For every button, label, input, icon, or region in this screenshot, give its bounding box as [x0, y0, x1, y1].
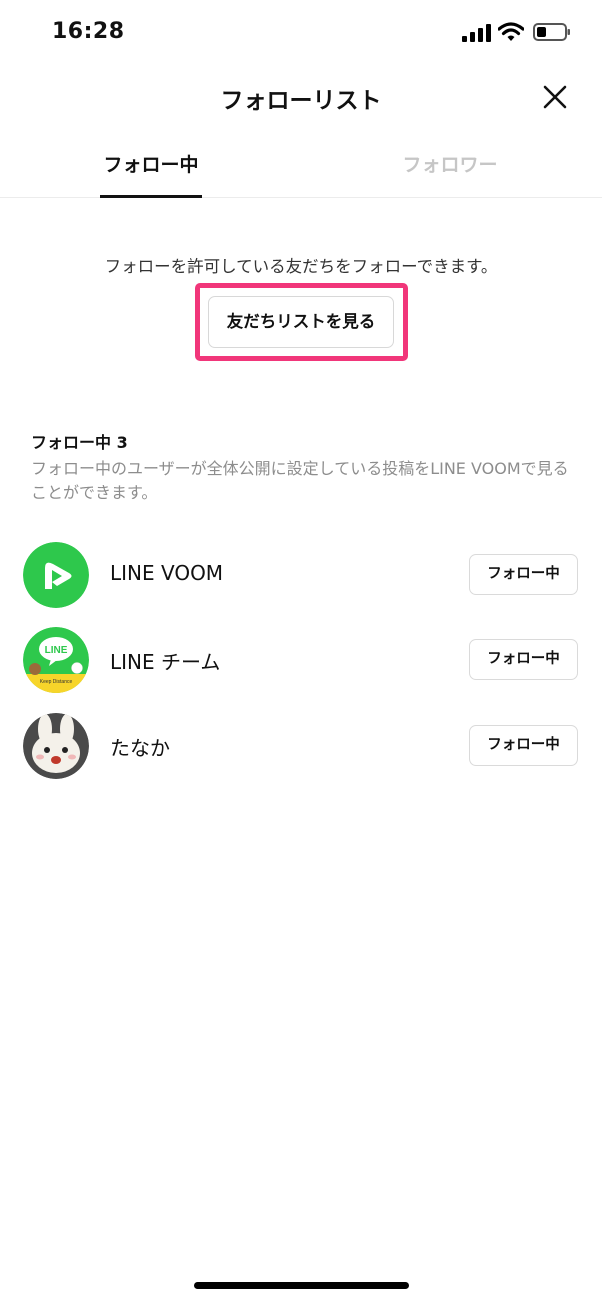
home-indicator[interactable] [194, 1282, 409, 1289]
status-bar: 16:28 [0, 0, 602, 64]
following-description: フォロー中のユーザーが全体公開に設定している投稿をLINE VOOMで見ることが… [31, 459, 569, 502]
cony-plush-photo-icon [23, 713, 89, 779]
tab-followers[interactable]: フォロワー [400, 150, 500, 177]
account-name: たなか [110, 736, 170, 760]
following-count-heading: フォロー中 3 [31, 433, 128, 452]
line-team-logo-icon: LINE Keep Distance [23, 627, 89, 693]
following-button[interactable]: フォロー中 [469, 639, 578, 680]
line-voom-logo-icon [23, 542, 89, 608]
battery-icon [533, 23, 570, 41]
following-button[interactable]: フォロー中 [469, 725, 578, 766]
active-tab-indicator [100, 195, 202, 198]
page-title: フォローリスト [220, 88, 382, 114]
line-logo-text: LINE [45, 645, 68, 656]
list-item[interactable]: たなか フォロー中 [0, 711, 602, 781]
account-name: LINE VOOM [110, 561, 224, 585]
avatar [23, 542, 89, 608]
following-button[interactable]: フォロー中 [469, 554, 578, 595]
status-time: 16:28 [52, 19, 125, 44]
tab-following[interactable]: フォロー中 [100, 150, 202, 177]
wifi-icon [498, 22, 524, 41]
follow-list-screen: 16:28 フォローリスト フォロー中 フォロワー フォローを許可している友だち… [0, 0, 602, 1302]
avatar: LINE Keep Distance [23, 627, 89, 693]
tab-bar: フォロー中 フォロワー [0, 140, 602, 198]
account-name: LINE チーム [110, 650, 221, 674]
view-friends-list-button[interactable]: 友だちリストを見る [208, 296, 394, 348]
list-item[interactable]: LINE VOOM フォロー中 [0, 540, 602, 610]
list-item[interactable]: LINE Keep Distance LINE チーム フォロー中 [0, 625, 602, 695]
cellular-signal-icon [462, 24, 491, 42]
follow-permission-message: フォローを許可している友だちをフォローできます。 [104, 257, 498, 276]
avatar [23, 713, 89, 779]
keep-distance-text: Keep Distance [40, 679, 73, 685]
close-icon[interactable] [540, 82, 570, 112]
